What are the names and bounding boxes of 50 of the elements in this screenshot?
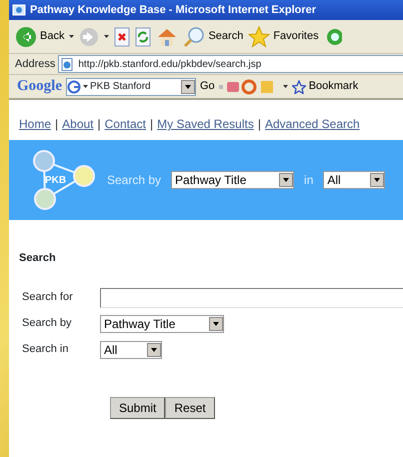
toolbar-search-field[interactable]: PKB Stanford [66, 78, 196, 96]
field-label: Search for [22, 290, 74, 306]
search-button[interactable]: Search [183, 26, 244, 48]
g-icon [67, 80, 81, 94]
dropdown[interactable]: All [100, 340, 162, 358]
window-title: Pathway Knowledge Base - Microsoft Internet Explorer [30, 2, 316, 18]
section-title: Search [19, 251, 57, 266]
search-by-label: Search by [107, 172, 162, 189]
in-label: in [304, 172, 314, 189]
bookmarks-button[interactable]: Bookmark [292, 78, 358, 95]
google-logo: Google [17, 77, 62, 96]
logo-text: PKB [45, 174, 66, 188]
form-button[interactable]: Submit [110, 396, 166, 418]
go-button[interactable]: Go [200, 78, 215, 95]
search-by-dropdown[interactable]: Pathway Title [171, 171, 294, 189]
nav-link[interactable]: About [62, 117, 94, 131]
search-icon [183, 26, 206, 48]
pkb-logo-icon [31, 147, 97, 213]
browser-icon [12, 3, 26, 17]
nav-link[interactable]: Advanced Search [264, 117, 360, 131]
separator: | [256, 117, 262, 131]
forward-icon [79, 26, 100, 46]
page-icon [61, 58, 74, 70]
field-label: Search in [22, 342, 70, 358]
home-button[interactable] [156, 26, 178, 46]
separator: | [148, 117, 154, 131]
back-button[interactable]: Back [15, 26, 64, 48]
nav-link[interactable]: My Saved Results [157, 117, 254, 131]
text-field[interactable] [100, 288, 403, 308]
back-icon [15, 26, 37, 48]
nav-link[interactable]: Home [19, 117, 52, 131]
form-button[interactable]: Reset [165, 396, 215, 418]
caret-icon [83, 84, 88, 88]
star-icon [292, 80, 306, 94]
stop-icon [114, 26, 130, 46]
caret-icon [282, 84, 288, 88]
separator: | [96, 117, 102, 131]
scope-dropdown[interactable]: All [323, 171, 386, 189]
refresh-icon [135, 26, 152, 46]
refresh-button[interactable] [135, 26, 152, 46]
favorites-button[interactable]: Favorites [248, 26, 319, 48]
star-icon [248, 26, 270, 48]
nav-link[interactable]: Contact [104, 117, 146, 131]
address-field[interactable]: http://pkb.stanford.edu/pkbdev/search.jsp [58, 55, 403, 73]
separator: | [54, 117, 60, 131]
dropdown[interactable]: Pathway Title [100, 314, 224, 332]
field-label: Search by [22, 316, 73, 332]
stop-button[interactable] [114, 26, 130, 46]
address-label: Address [15, 56, 56, 72]
home-icon [156, 26, 178, 46]
